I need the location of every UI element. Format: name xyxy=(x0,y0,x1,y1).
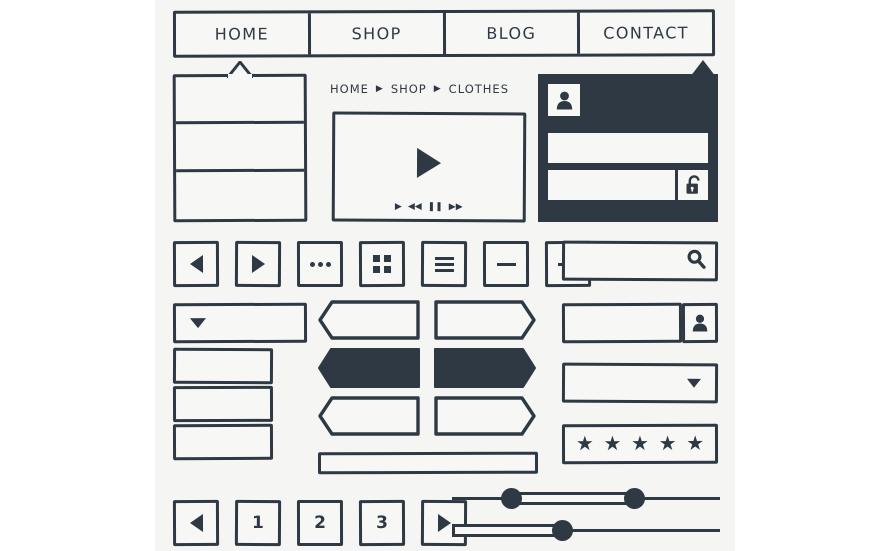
pagination-page-label: 2 xyxy=(314,512,326,534)
menu-button[interactable] xyxy=(420,240,468,288)
nav-item-blog[interactable]: BLOG xyxy=(445,12,581,54)
user-icon xyxy=(692,314,708,332)
breadcrumb-separator-icon: ▶ xyxy=(375,84,384,94)
caret-down-icon xyxy=(686,378,702,388)
dropdown-option[interactable] xyxy=(172,423,274,461)
range-slider[interactable] xyxy=(452,488,720,510)
caret-up-notch-icon xyxy=(690,60,716,77)
username-input-field[interactable] xyxy=(561,302,683,344)
username-input[interactable] xyxy=(548,133,708,163)
star-icon[interactable]: ★ xyxy=(576,433,594,455)
minus-button[interactable] xyxy=(482,240,530,288)
breadcrumb-separator-icon: ▶ xyxy=(433,84,442,94)
tooltip-row[interactable] xyxy=(175,124,305,172)
triangle-left-icon xyxy=(189,513,203,533)
prev-button[interactable] xyxy=(172,240,220,288)
minus-icon xyxy=(496,262,516,266)
dropdown-option[interactable] xyxy=(172,347,274,385)
user-icon-button[interactable] xyxy=(681,302,719,344)
search-icon[interactable] xyxy=(686,249,706,274)
play-triangle-icon[interactable] xyxy=(416,147,442,178)
rewind-icon[interactable]: ◀◀ xyxy=(408,201,422,212)
nav-item-shop[interactable]: SHOP xyxy=(310,12,446,55)
pagination-page-1[interactable]: 1 xyxy=(234,499,282,547)
dropdown-option[interactable] xyxy=(172,385,274,423)
hamburger-icon xyxy=(434,256,454,272)
star-rating[interactable]: ★ ★ ★ ★ ★ xyxy=(561,423,719,465)
wide-progress-bar[interactable] xyxy=(317,451,539,475)
tooltip-accordion-panel xyxy=(172,73,308,223)
chevron-banner-pointed-filled[interactable] xyxy=(434,348,536,388)
star-icon[interactable]: ★ xyxy=(631,433,649,455)
video-player[interactable]: ▶ ◀◀ ❚❚ ▶▶ xyxy=(331,111,527,223)
pagination-page-label: 1 xyxy=(252,512,264,534)
nav-item-label: BLOG xyxy=(486,23,537,43)
chevron-banner-notched-outline[interactable] xyxy=(318,300,420,340)
caret-up-notch-icon xyxy=(227,61,253,78)
more-button[interactable] xyxy=(296,240,344,288)
padlock-unlocked-icon[interactable] xyxy=(678,170,708,200)
chevron-banner-notched-filled[interactable] xyxy=(318,348,420,388)
video-controls-bar: ▶ ◀◀ ❚❚ ▶▶ xyxy=(335,201,523,213)
select-dropdown[interactable] xyxy=(561,362,719,404)
pause-icon[interactable]: ❚❚ xyxy=(428,201,443,212)
nav-item-label: CONTACT xyxy=(603,23,689,43)
caret-down-icon xyxy=(189,318,207,329)
breadcrumb-item-home[interactable]: HOME xyxy=(330,82,369,96)
icon-button-row xyxy=(172,240,592,288)
star-icon[interactable]: ★ xyxy=(603,433,621,455)
avatar xyxy=(548,84,580,116)
main-navbar: HOME SHOP BLOG CONTACT xyxy=(172,9,716,58)
nav-item-label: HOME xyxy=(214,24,269,44)
search-input[interactable] xyxy=(561,240,719,282)
fast-forward-icon[interactable]: ▶▶ xyxy=(449,201,463,212)
ellipsis-icon xyxy=(309,261,331,267)
slider-handle-min[interactable] xyxy=(500,488,522,509)
dropdown-trigger[interactable] xyxy=(172,302,308,344)
tooltip-row[interactable] xyxy=(176,171,304,219)
slider-selected-range xyxy=(510,492,635,505)
slider-filled-track xyxy=(452,524,562,537)
next-button[interactable] xyxy=(234,240,282,288)
play-icon[interactable]: ▶ xyxy=(395,201,402,212)
password-input[interactable] xyxy=(548,170,675,200)
pagination-page-2[interactable]: 2 xyxy=(296,499,344,547)
pagination-page-label: 3 xyxy=(376,512,388,534)
star-icon[interactable]: ★ xyxy=(659,433,677,455)
triangle-left-icon xyxy=(189,254,203,274)
nav-item-contact[interactable]: CONTACT xyxy=(580,12,712,53)
pagination-prev-button[interactable] xyxy=(172,499,220,547)
wireframe-kit-canvas: HOME SHOP BLOG CONTACT HOME ▶ SHOP ▶ CLO… xyxy=(0,0,877,551)
grid-icon xyxy=(372,254,392,274)
slider-handle-max[interactable] xyxy=(624,488,646,509)
breadcrumb: HOME ▶ SHOP ▶ CLOTHES xyxy=(330,80,530,98)
nav-item-label: SHOP xyxy=(351,24,402,44)
triangle-right-icon xyxy=(437,513,451,533)
nav-item-home[interactable]: HOME xyxy=(175,13,311,55)
user-icon xyxy=(556,91,572,109)
tooltip-row[interactable] xyxy=(175,76,304,125)
pagination-page-3[interactable]: 3 xyxy=(358,499,406,547)
chevron-banner-pointed-outline-2[interactable] xyxy=(434,396,536,436)
grid-view-button[interactable] xyxy=(358,240,406,288)
breadcrumb-item-shop[interactable]: SHOP xyxy=(391,82,427,96)
star-icon[interactable]: ★ xyxy=(686,433,704,455)
breadcrumb-item-clothes[interactable]: CLOTHES xyxy=(449,82,509,96)
chevron-banner-pointed-outline[interactable] xyxy=(434,300,536,340)
slider-handle[interactable] xyxy=(551,520,573,541)
triangle-right-icon xyxy=(251,254,265,274)
pagination: 1 2 3 xyxy=(172,499,468,547)
chevron-banner-notched-outline-2[interactable] xyxy=(318,396,420,436)
value-slider[interactable] xyxy=(452,520,720,542)
